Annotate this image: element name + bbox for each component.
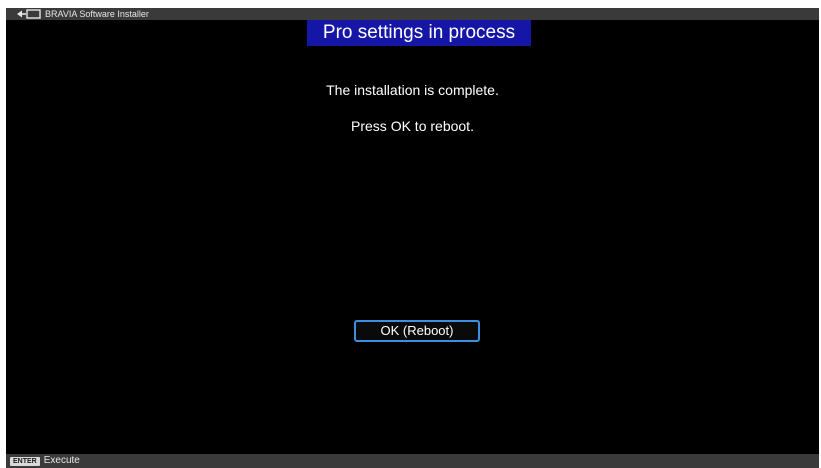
app-bar: BRAVIA Software Installer <box>6 8 819 20</box>
completion-message: The installation is complete. <box>326 82 499 98</box>
dialog-title: Pro settings in process <box>307 20 531 46</box>
tv-screen: BRAVIA Software Installer Pro settings i… <box>6 8 819 468</box>
key-guide-bar: ENTER Execute <box>6 454 819 468</box>
reboot-instruction: Press OK to reboot. <box>351 118 474 134</box>
enter-key-icon: ENTER <box>10 456 40 466</box>
ok-reboot-button[interactable]: OK (Reboot) <box>354 320 480 342</box>
input-source-icon <box>16 9 42 19</box>
app-title: BRAVIA Software Installer <box>45 9 149 19</box>
key-action-label: Execute <box>43 455 80 466</box>
